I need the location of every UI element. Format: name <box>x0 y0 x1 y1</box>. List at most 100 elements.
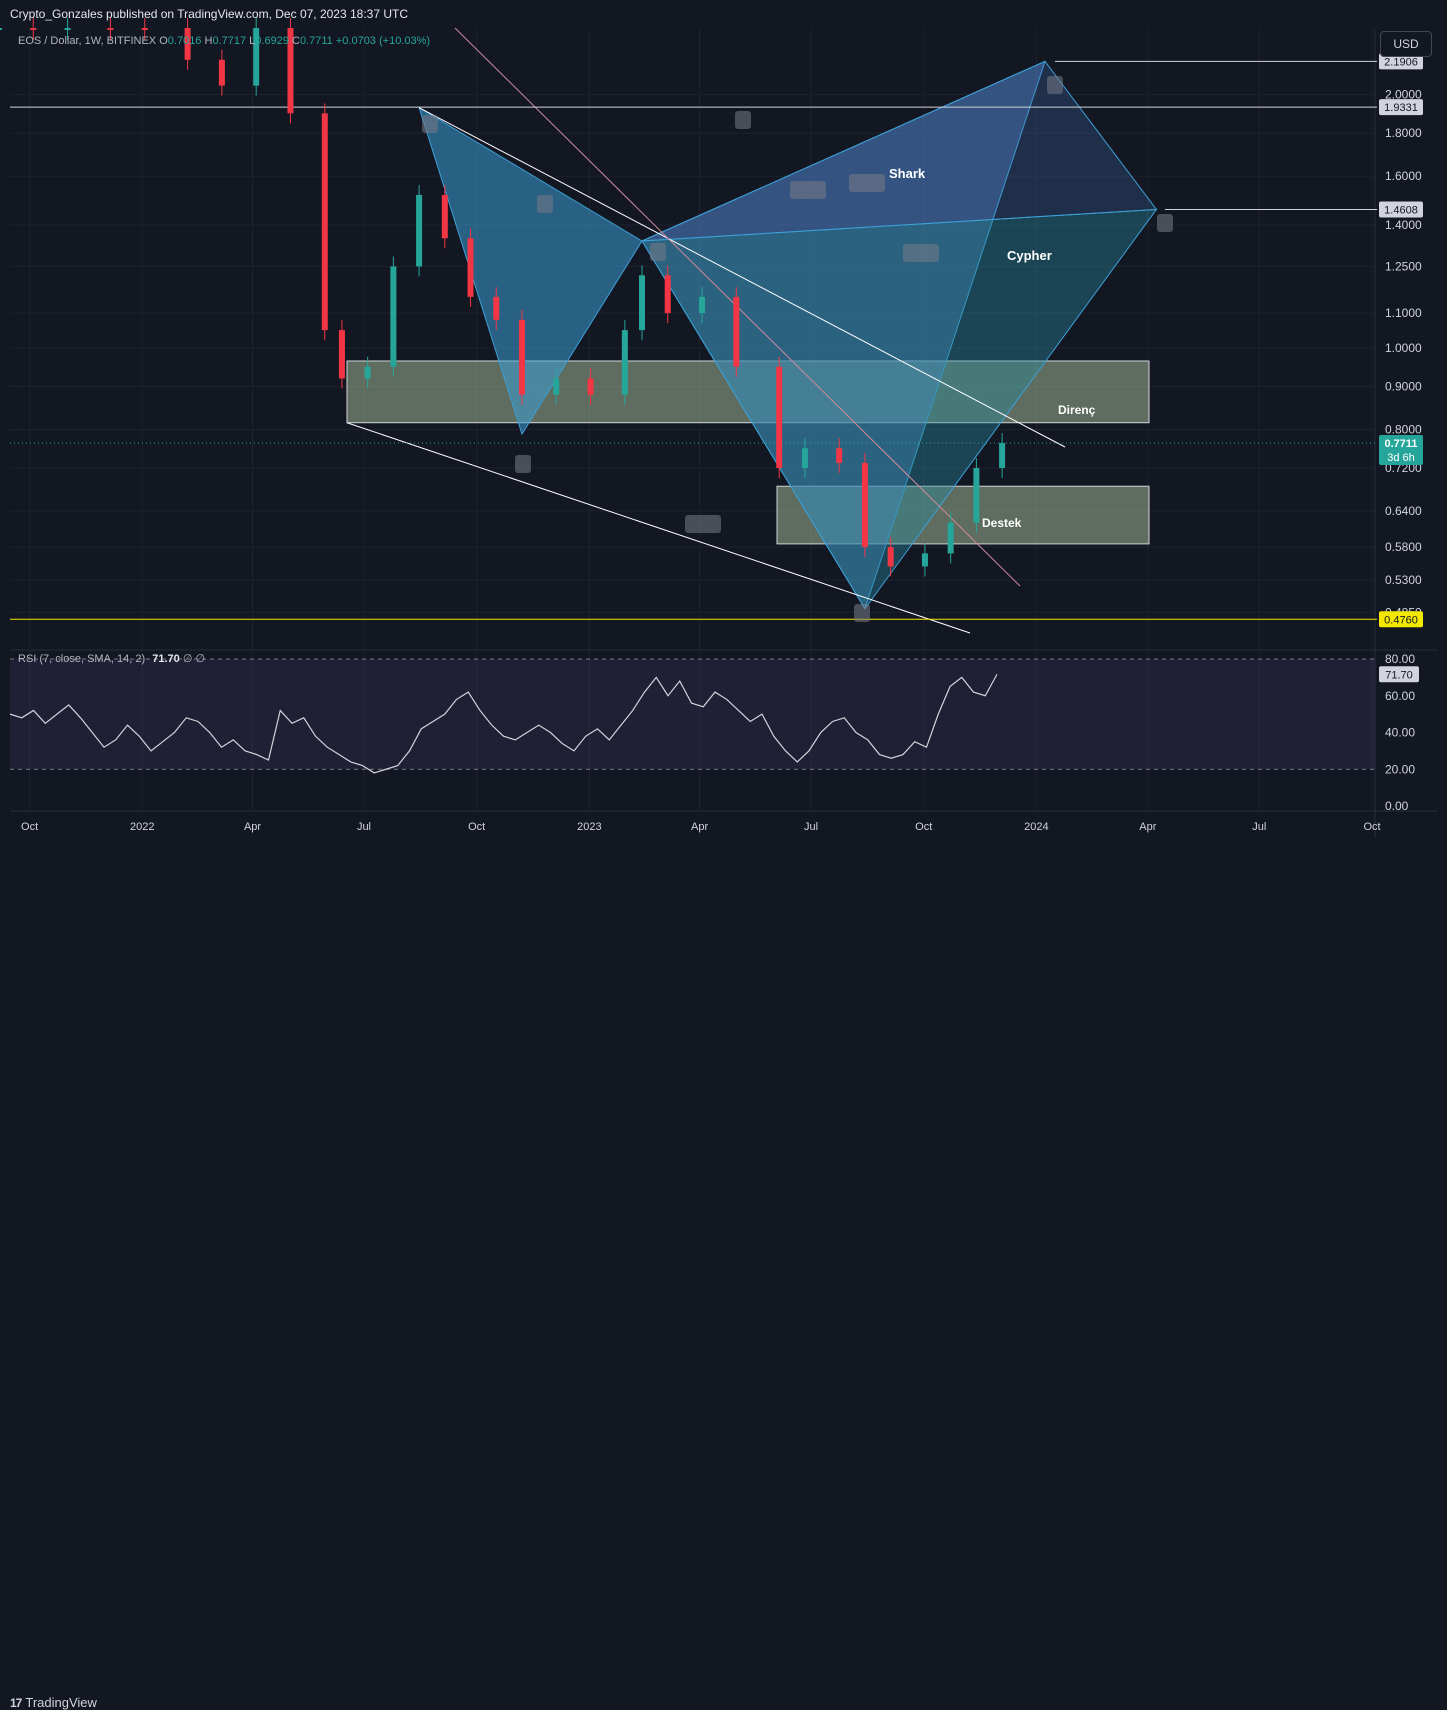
pattern-point-marker <box>1047 76 1063 94</box>
x-tick-label: Jul <box>357 821 371 833</box>
candle <box>321 113 328 331</box>
price-badge-upper_line: 1.9331 <box>1384 102 1418 114</box>
symbol-name: EOS / Dollar, 1W, BITFINEX <box>18 35 157 47</box>
candle <box>218 59 225 86</box>
footer-brand: TradingView <box>25 1695 97 1710</box>
candle <box>887 547 894 567</box>
tradingview-icon: 17 <box>10 1695 22 1710</box>
currency-button[interactable]: USD <box>1380 31 1432 57</box>
candle <box>733 296 740 367</box>
x-tick-label: Oct <box>915 821 932 833</box>
y-tick-label: 1.2500 <box>1385 259 1422 273</box>
cypher-label: Cypher <box>1007 248 1052 263</box>
pattern-point-marker <box>849 174 885 192</box>
candle <box>493 296 500 320</box>
y-tick-label: 1.8000 <box>1385 126 1422 140</box>
candle <box>141 28 148 30</box>
resistance-label: Direnç <box>1058 403 1096 417</box>
candle <box>639 275 646 331</box>
rsi-tick-label: 40.00 <box>1385 726 1415 740</box>
candle <box>107 28 114 30</box>
candle <box>999 442 1006 469</box>
rsi-badge: 71.70 <box>1385 669 1413 681</box>
price-badge-low_line: 0.4760 <box>1384 614 1418 626</box>
candle <box>390 266 397 367</box>
candle <box>441 194 448 239</box>
y-tick-label: 1.1000 <box>1385 306 1422 320</box>
candle <box>801 448 808 469</box>
price-badge-top_target: 2.1906 <box>1384 56 1418 68</box>
candle <box>973 468 980 523</box>
candle <box>338 330 345 379</box>
pattern-point-marker <box>515 455 531 473</box>
x-tick-label: 2022 <box>130 821 154 833</box>
candle <box>30 28 37 30</box>
candle <box>947 522 954 554</box>
pattern-extension <box>641 60 1158 242</box>
candle <box>553 378 560 395</box>
pattern-point-marker <box>854 604 870 622</box>
y-tick-label: 1.0000 <box>1385 341 1422 355</box>
rsi-label: RSI (7, close, SMA, 14, 2) <box>18 653 146 665</box>
candle <box>364 366 371 379</box>
rsi-extra: ∅ ∅ <box>182 653 206 665</box>
pattern-point-marker <box>735 111 751 129</box>
x-tick-label: Apr <box>691 821 708 833</box>
open-label: O <box>159 35 168 47</box>
pattern-point-marker <box>1157 214 1173 232</box>
x-tick-label: Oct <box>21 821 38 833</box>
pattern-point-marker <box>537 195 553 213</box>
x-tick-label: Jul <box>1252 821 1266 833</box>
candle <box>0 28 2 30</box>
main-chart[interactable]: 2.00001.80001.60001.40001.25001.10001.00… <box>0 0 1447 845</box>
x-tick-label: Oct <box>468 821 485 833</box>
y-tick-label: 0.6400 <box>1385 504 1422 518</box>
pattern-point-marker <box>685 515 721 533</box>
support-label: Destek <box>982 516 1022 530</box>
y-tick-label: 1.6000 <box>1385 169 1422 183</box>
change-value: +0.0703 (+10.03%) <box>335 35 431 47</box>
candle <box>664 275 671 314</box>
rsi-tick-label: 60.00 <box>1385 689 1415 703</box>
candle <box>836 448 843 463</box>
y-tick-label: 0.9000 <box>1385 379 1422 393</box>
candle <box>921 553 928 567</box>
footer: 17 TradingView <box>0 845 1447 1710</box>
tradingview-logo[interactable]: 17 TradingView <box>10 1695 97 1710</box>
pattern-point-marker <box>422 115 438 133</box>
candle <box>621 330 628 395</box>
candle <box>587 378 594 395</box>
rsi-value: 71.70 <box>152 653 180 665</box>
candle <box>699 296 706 314</box>
last-price-badge: 0.7711 <box>1384 438 1417 450</box>
close-value: 0.7711 <box>299 35 333 47</box>
rsi-legend[interactable]: RSI (7, close, SMA, 14, 2) 71.70 ∅ ∅ <box>18 652 205 665</box>
pattern-point-marker <box>790 181 826 199</box>
y-tick-label: 0.5800 <box>1385 540 1422 554</box>
pattern-point-marker <box>903 244 939 262</box>
rsi-tick-label: 20.00 <box>1385 762 1415 776</box>
symbol-legend[interactable]: EOS / Dollar, 1W, BITFINEX O0.7016 H0.77… <box>18 35 430 47</box>
x-tick-label: Jul <box>804 821 818 833</box>
rsi-tick-label: 0.00 <box>1385 799 1409 813</box>
x-tick-label: Oct <box>1363 821 1380 833</box>
y-tick-label: 1.4000 <box>1385 218 1422 232</box>
candle <box>776 366 783 469</box>
open-value: 0.7016 <box>167 35 202 47</box>
rsi-band <box>10 659 1375 770</box>
shark-label: Shark <box>889 166 926 181</box>
x-tick-label: Apr <box>244 821 261 833</box>
high-value: 0.7717 <box>212 35 247 47</box>
y-tick-label: 0.5300 <box>1385 573 1422 587</box>
x-tick-label: Apr <box>1139 821 1156 833</box>
x-tick-label: 2024 <box>1024 821 1048 833</box>
candle <box>861 462 868 548</box>
countdown-badge: 3d 6h <box>1387 452 1415 464</box>
candle <box>518 319 525 395</box>
x-tick-label: 2023 <box>577 821 601 833</box>
rsi-tick-label: 80.00 <box>1385 652 1415 666</box>
candle <box>467 238 474 297</box>
low-value: 0.6929 <box>255 35 289 47</box>
close-label: C <box>292 35 300 47</box>
price-badge-cypher_target: 1.4608 <box>1384 204 1418 216</box>
